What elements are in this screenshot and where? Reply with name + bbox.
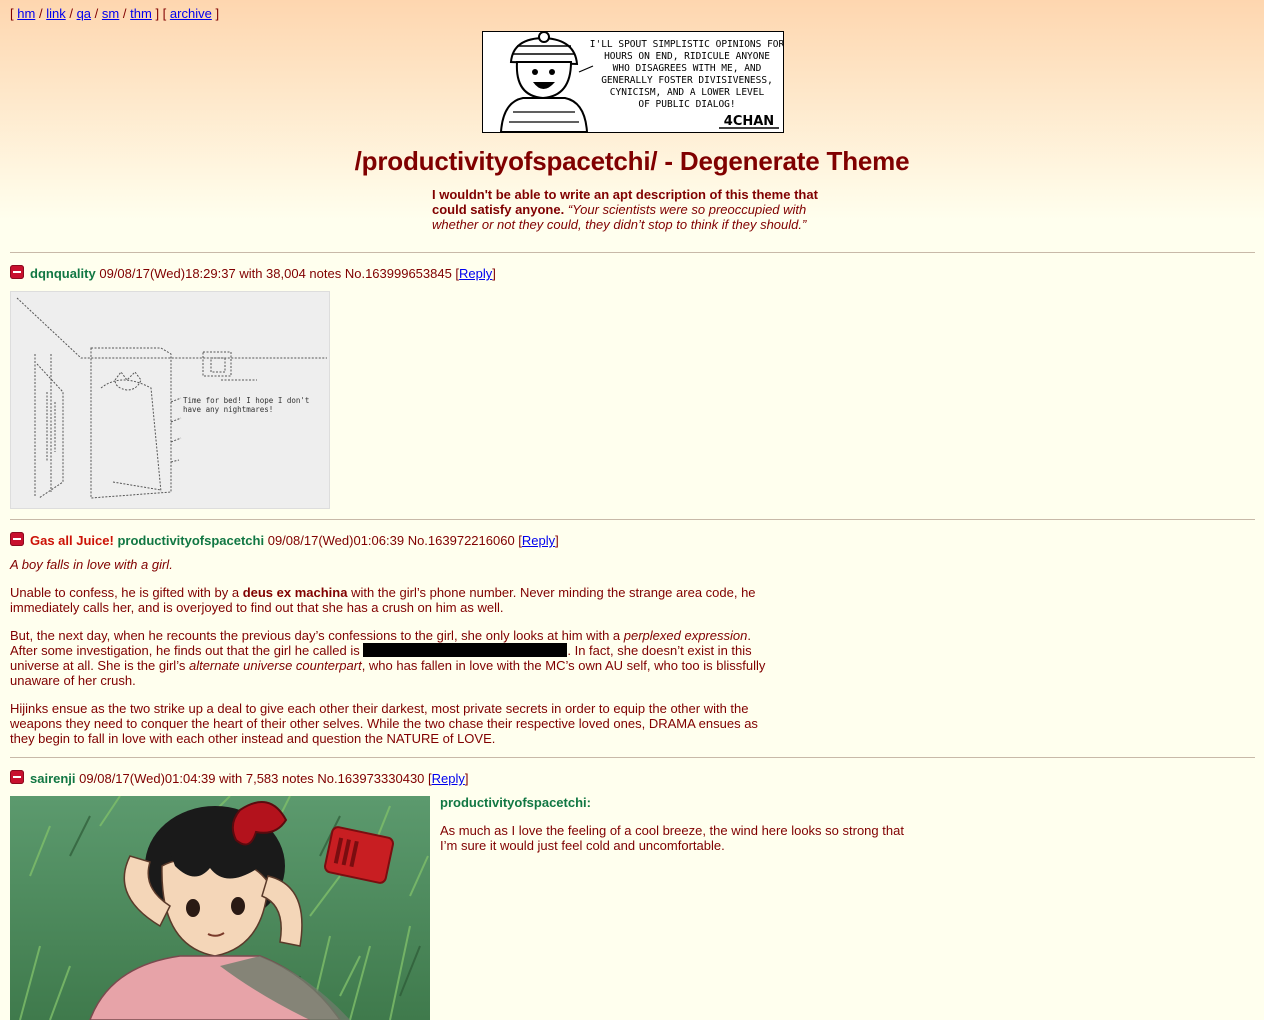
board-banner[interactable]: I'LL SPOUT SIMPLISTIC OPINIONS FOR HOURS… bbox=[482, 31, 784, 133]
hide-post-icon[interactable] bbox=[10, 265, 24, 279]
nav-bracket: [ bbox=[10, 6, 14, 21]
nav-link-link[interactable]: link bbox=[46, 6, 66, 21]
post-body: A boy falls in love with a girl. Unable … bbox=[10, 557, 770, 759]
ascii-art-caption: Time for bed! I hope I don't have any ni… bbox=[183, 396, 310, 414]
post-header: dqnquality 09/08/17(Wed)18:29:37 with 38… bbox=[10, 265, 496, 281]
post-meta: 09/08/17(Wed)18:29:37 with 38,004 notes … bbox=[99, 266, 460, 281]
nav-bracket: ] bbox=[215, 6, 220, 21]
post-body: productivityofspacetchi: As much as I lo… bbox=[440, 795, 920, 866]
post-paragraph: As much as I love the feeling of a cool … bbox=[440, 823, 904, 853]
poster-name: productivityofspacetchi bbox=[117, 533, 265, 548]
nav-link-hm[interactable]: hm bbox=[17, 6, 35, 21]
post-text: Unable to confess, he is gifted with by … bbox=[10, 585, 243, 600]
divider bbox=[10, 757, 1255, 758]
post-paragraph: Hijinks ensue as the two strike up a dea… bbox=[10, 701, 758, 746]
divider bbox=[10, 252, 1255, 253]
reply-link[interactable]: Reply bbox=[432, 771, 465, 786]
nav-link-thm[interactable]: thm bbox=[130, 6, 152, 21]
hide-post-icon[interactable] bbox=[10, 532, 24, 546]
post-text-bold: deus ex machina bbox=[242, 585, 348, 600]
post-text: But, the next day, when he recounts the … bbox=[10, 628, 624, 643]
banner-text-line: OF PUBLIC DIALOG! bbox=[638, 99, 735, 110]
spoiler-text[interactable] bbox=[363, 643, 568, 657]
post-header: sairenji 09/08/17(Wed)01:04:39 with 7,58… bbox=[10, 770, 469, 786]
quoted-user: productivityofspacetchi: bbox=[440, 795, 591, 810]
ascii-art-image: Time for bed! I hope I don't have any ni… bbox=[11, 292, 329, 508]
post-header: Gas all Juice! productivityofspacetchi 0… bbox=[10, 532, 559, 548]
nav-link-archive[interactable]: archive bbox=[170, 6, 212, 21]
nav-sep: / bbox=[38, 6, 43, 21]
anime-girl-grass-image bbox=[10, 796, 430, 1020]
reply-link[interactable]: Reply bbox=[459, 266, 492, 281]
banner-text-line: CYNICISM, AND A LOWER LEVEL bbox=[610, 87, 765, 98]
nav-link-sm[interactable]: sm bbox=[102, 6, 119, 21]
hide-post-icon[interactable] bbox=[10, 770, 24, 784]
banner-text-line: HOURS ON END, RIDICULE ANYONE bbox=[604, 51, 770, 62]
nav-sep: / bbox=[94, 6, 99, 21]
post-subject: Gas all Juice! bbox=[30, 533, 114, 548]
post-image[interactable]: Time for bed! I hope I don't have any ni… bbox=[10, 291, 330, 509]
post-paragraph: But, the next day, when he recounts the … bbox=[10, 628, 770, 688]
board-title: /productivityofspacetchi/ - Degenerate T… bbox=[354, 146, 910, 176]
banner-text-line: WHO DISAGREES WITH ME, AND bbox=[613, 63, 762, 74]
banner-signature: 4CHAN bbox=[724, 114, 774, 129]
reply-link[interactable]: Reply bbox=[522, 533, 555, 548]
poster-name: sairenji bbox=[30, 771, 76, 786]
post-text-italic: perplexed expression bbox=[623, 628, 748, 643]
nav-bracket: ] [ bbox=[155, 6, 167, 21]
banner-comic-image: I'LL SPOUT SIMPLISTIC OPINIONS FOR HOURS… bbox=[483, 32, 783, 132]
post-paragraph: Unable to confess, he is gifted with by … bbox=[10, 585, 770, 615]
reply-bracket: ] bbox=[555, 533, 559, 548]
divider bbox=[10, 519, 1255, 520]
poster-name: dqnquality bbox=[30, 266, 96, 281]
banner-text-line: GENERALLY FOSTER DIVISIVENESS, bbox=[601, 75, 773, 86]
top-nav: [ hm / link / qa / sm / thm ] [ archive … bbox=[10, 6, 219, 21]
reply-bracket: ] bbox=[492, 266, 496, 281]
nav-link-qa[interactable]: qa bbox=[77, 6, 91, 21]
post-image[interactable] bbox=[10, 796, 430, 1020]
post-text-italic: alternate universe counterpart bbox=[188, 658, 362, 673]
post-meta: 09/08/17(Wed)01:04:39 with 7,583 notes N… bbox=[79, 771, 432, 786]
nav-sep: / bbox=[69, 6, 73, 21]
banner-text-line: I'LL SPOUT SIMPLISTIC OPINIONS FOR bbox=[590, 39, 783, 50]
board-description: I wouldn't be able to write an apt descr… bbox=[432, 187, 832, 232]
post-paragraph: A boy falls in love with a girl. bbox=[10, 557, 173, 572]
nav-sep: / bbox=[122, 6, 127, 21]
post-meta: 09/08/17(Wed)01:06:39 No.163972216060 [ bbox=[267, 533, 522, 548]
reply-bracket: ] bbox=[464, 771, 469, 786]
